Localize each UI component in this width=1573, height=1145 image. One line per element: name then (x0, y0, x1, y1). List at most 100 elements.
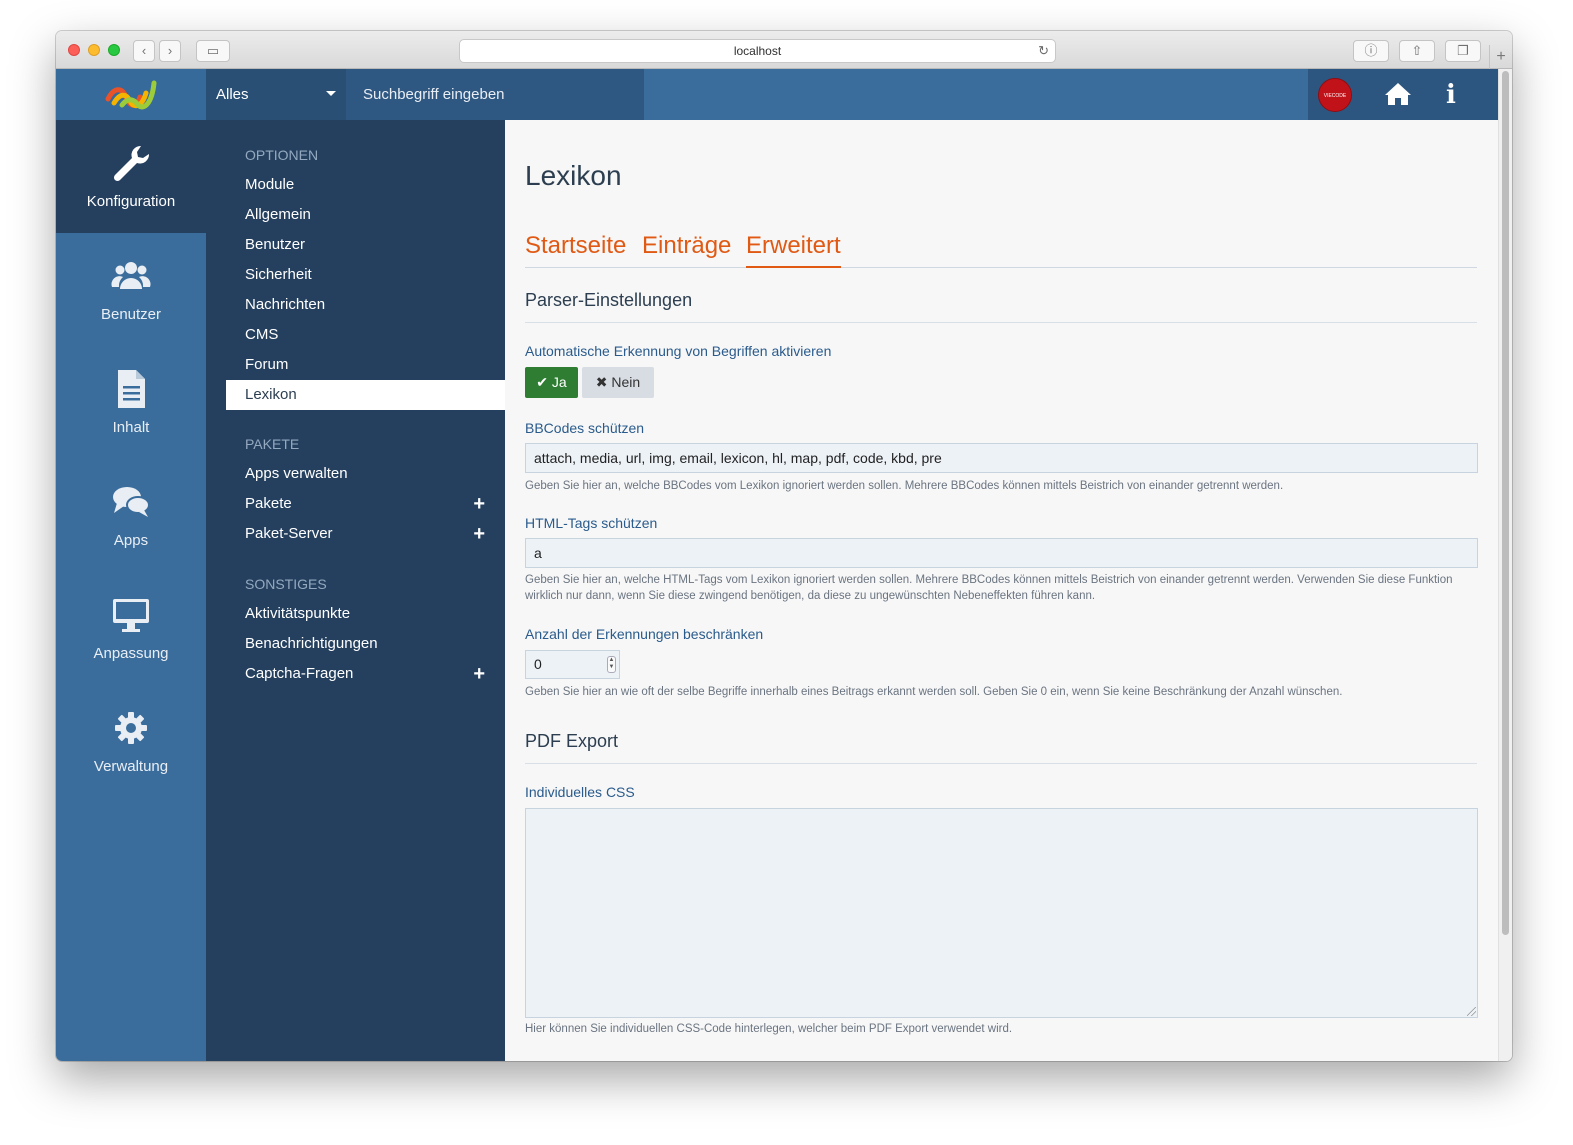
sidebar-toggle-icon[interactable]: ▭ (196, 40, 230, 62)
main-content: Lexikon Startseite Einträge Erweitert Pa… (505, 120, 1498, 1061)
menu-item-label: Pakete (245, 495, 292, 512)
close-icon: ✖ (595, 374, 608, 390)
section-title-parser: Parser-Einstellungen (525, 290, 1477, 323)
menu-item-label: Aktivitätspunkte (245, 605, 351, 622)
main-icon-nav: Konfiguration Benutzer Inhalt Apps Anpas… (56, 120, 206, 1061)
auto-detect-label: Automatische Erkennung von Begriffen akt… (525, 343, 832, 359)
app-header: Alles Suchbegriff eingeben VIECODE i (56, 69, 1498, 120)
menu-item-captcha-fragen[interactable]: Captcha-Fragen + (226, 659, 505, 689)
css-help: Hier können Sie individuellen CSS-Code h… (525, 1023, 1013, 1035)
address-bar[interactable]: localhost ↻ (459, 39, 1056, 63)
plus-icon[interactable]: + (473, 489, 485, 519)
menu-item-module[interactable]: Module (226, 170, 505, 200)
tab-eintraege[interactable]: Einträge (642, 232, 731, 268)
reader-icon[interactable]: ⓘ (1353, 40, 1389, 62)
minimize-window-button[interactable] (88, 44, 100, 56)
html-tags-help: Geben Sie hier an, welche HTML-Tags vom … (525, 574, 1453, 602)
zoom-window-button[interactable] (108, 44, 120, 56)
menu-item-benutzer[interactable]: Benutzer (226, 230, 505, 260)
bbcodes-label: BBCodes schützen (525, 420, 645, 436)
css-textarea[interactable] (525, 808, 1478, 1018)
browser-window: ‹ › ▭ localhost ↻ ⓘ ⇧ ❐ + Alles Suchbegr… (56, 31, 1512, 1061)
resize-grip-icon[interactable] (1467, 1007, 1476, 1016)
menu-item-nachrichten[interactable]: Nachrichten (226, 290, 505, 320)
back-icon[interactable]: ‹ (133, 40, 155, 62)
menu-heading-pakete: PAKETE (245, 436, 300, 452)
nav-label: Verwaltung (93, 758, 169, 775)
menu-heading-optionen: OPTIONEN (245, 147, 319, 163)
check-icon: ✔ (536, 374, 549, 390)
info-icon[interactable]: i (1446, 80, 1456, 110)
bbcodes-help: Geben Sie hier an, welche BBCodes vom Le… (525, 480, 1284, 492)
nav-konfiguration[interactable]: Konfiguration (56, 120, 206, 233)
search-scope-label: Alles (216, 86, 249, 103)
comments-icon (113, 487, 150, 517)
tab-bar: Startseite Einträge Erweitert (525, 232, 1477, 268)
nav-verwaltung[interactable]: Verwaltung (56, 685, 206, 798)
menu-item-label: Apps verwalten (245, 465, 348, 482)
no-label: Nein (611, 374, 641, 390)
no-button[interactable]: ✖ Nein (582, 367, 654, 398)
menu-item-lexikon[interactable]: Lexikon (226, 380, 505, 410)
limit-label: Anzahl der Erkennungen beschränken (525, 626, 764, 642)
page-title: Lexikon (525, 160, 622, 191)
share-icon[interactable]: ⇧ (1399, 40, 1435, 62)
plus-icon[interactable]: + (473, 659, 485, 689)
document-icon (118, 370, 145, 408)
home-icon[interactable] (1384, 82, 1412, 111)
users-icon (111, 262, 151, 289)
tab-startseite[interactable]: Startseite (525, 232, 626, 268)
close-window-button[interactable] (68, 44, 80, 56)
wrench-icon (113, 145, 150, 182)
menu-item-allgemein[interactable]: Allgemein (226, 200, 505, 230)
nav-label: Apps (113, 532, 149, 549)
search-scope-dropdown[interactable]: Alles (206, 69, 346, 120)
nav-anpassung[interactable]: Anpassung (56, 572, 206, 685)
nav-label: Anpassung (93, 645, 169, 662)
page-scrollbar[interactable] (1498, 69, 1512, 1061)
menu-item-apps-verwalten[interactable]: Apps verwalten (226, 459, 505, 489)
forward-icon[interactable]: › (159, 40, 181, 62)
limit-stepper[interactable]: 0 ▲ ▼ (525, 650, 620, 679)
browser-toolbar: ‹ › ▭ localhost ↻ ⓘ ⇧ ❐ + (56, 31, 1512, 69)
stepper-arrows-icon[interactable]: ▲ ▼ (607, 656, 616, 673)
menu-item-pakete[interactable]: Pakete + (226, 489, 505, 519)
logo-icon (105, 80, 157, 110)
section-title-pdf: PDF Export (525, 731, 1477, 764)
menu-item-forum[interactable]: Forum (226, 350, 505, 380)
header-actions: VIECODE i (1308, 69, 1498, 120)
html-tags-label: HTML-Tags schützen (525, 515, 658, 531)
menu-item-benachrichtigungen[interactable]: Benachrichtigungen (226, 629, 505, 659)
nav-benutzer[interactable]: Benutzer (56, 233, 206, 346)
scrollbar-thumb[interactable] (1502, 71, 1509, 935)
menu-heading-sonstiges: SONSTIGES (245, 576, 327, 592)
reload-icon[interactable]: ↻ (1038, 40, 1049, 62)
menu-item-sicherheit[interactable]: Sicherheit (226, 260, 505, 290)
html-tags-input[interactable]: a (525, 538, 1478, 568)
nav-label: Konfiguration (86, 193, 176, 210)
yes-label: Ja (551, 374, 567, 390)
nav-label: Benutzer (100, 306, 162, 323)
menu-item-label: Paket-Server (245, 525, 333, 542)
yes-button[interactable]: ✔ Ja (525, 367, 578, 398)
nav-apps[interactable]: Apps (56, 459, 206, 572)
tab-erweitert[interactable]: Erweitert (746, 232, 841, 268)
menu-item-aktivitaetspunkte[interactable]: Aktivitätspunkte (226, 599, 505, 629)
plus-icon[interactable]: + (473, 519, 485, 549)
limit-value: 0 (534, 656, 542, 672)
menu-item-label: Captcha-Fragen (245, 665, 354, 682)
desktop-icon (113, 599, 149, 632)
caret-down-icon (326, 91, 336, 96)
bbcodes-input[interactable]: attach, media, url, img, email, lexicon,… (525, 443, 1478, 473)
new-tab-icon[interactable]: + (1489, 45, 1512, 69)
logo[interactable] (56, 69, 206, 120)
nav-inhalt[interactable]: Inhalt (56, 346, 206, 459)
menu-item-paket-server[interactable]: Paket-Server + (226, 519, 505, 549)
limit-help: Geben Sie hier an wie oft der selbe Begr… (525, 686, 1343, 698)
menu-item-cms[interactable]: CMS (226, 320, 505, 350)
sub-menu: OPTIONEN Module Allgemein Benutzer Siche… (206, 120, 505, 1061)
avatar[interactable]: VIECODE (1318, 78, 1352, 112)
tabs-overview-icon[interactable]: ❐ (1445, 40, 1481, 62)
nav-label: Inhalt (112, 419, 150, 436)
search-input[interactable]: Suchbegriff eingeben (346, 69, 644, 120)
